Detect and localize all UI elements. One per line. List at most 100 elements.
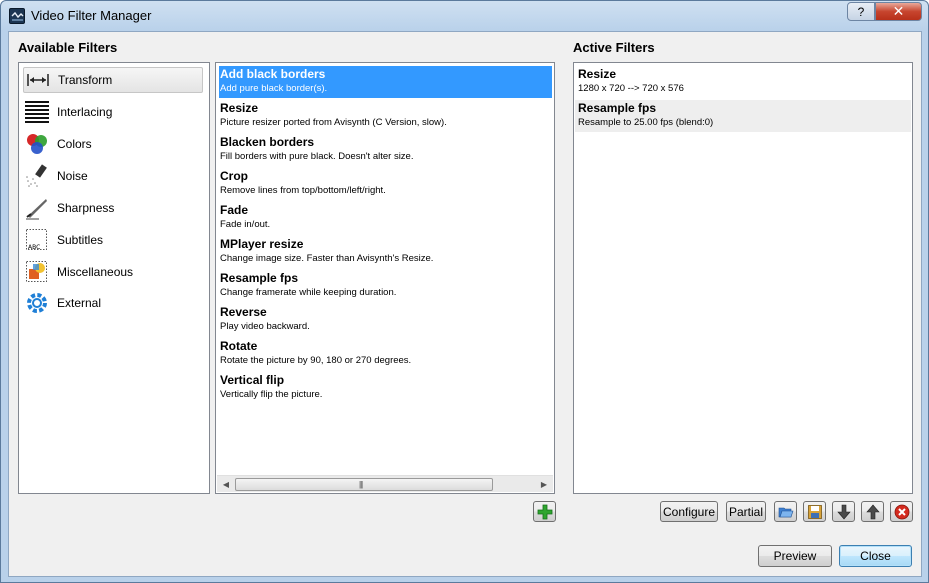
partial-button-label: Partial bbox=[728, 504, 763, 519]
save-filters-button[interactable] bbox=[803, 501, 826, 522]
remove-icon bbox=[894, 504, 909, 519]
filter-description: Remove lines from top/bottom/left/right. bbox=[220, 185, 386, 196]
category-label: External bbox=[57, 296, 102, 310]
active-filter-list[interactable]: Resize 1280 x 720 --> 720 x 576 Resample… bbox=[573, 62, 913, 494]
add-filter-button[interactable] bbox=[533, 501, 556, 522]
filter-description: Change framerate while keeping duration. bbox=[220, 287, 397, 298]
filter-item-rotate[interactable]: Rotate Rotate the picture by 90, 180 or … bbox=[219, 338, 552, 370]
filter-name: Fade bbox=[220, 203, 249, 217]
filter-description: Add pure black border(s). bbox=[220, 83, 328, 94]
filter-item-resample-fps[interactable]: Resample fps Change framerate while keep… bbox=[219, 270, 552, 302]
category-label: Noise bbox=[57, 169, 88, 183]
category-item-interlacing[interactable]: Interlacing bbox=[23, 99, 203, 125]
category-item-external[interactable]: External bbox=[23, 290, 203, 316]
window-title: Video Filter Manager bbox=[31, 8, 152, 23]
filter-description: Change image size. Faster than Avisynth'… bbox=[220, 253, 434, 264]
grip-icon: ||| bbox=[359, 480, 363, 489]
filter-description: Vertically flip the picture. bbox=[220, 389, 323, 400]
category-label: Miscellaneous bbox=[57, 265, 134, 279]
horizontal-scrollbar[interactable]: ◀ ||| ▶ bbox=[217, 475, 553, 492]
partial-button[interactable]: Partial bbox=[726, 501, 766, 522]
video-filter-manager-window: Video Filter Manager ? ✕ Available Filte… bbox=[0, 0, 929, 583]
filter-item-mplayer-resize[interactable]: MPlayer resize Change image size. Faster… bbox=[219, 236, 552, 268]
filter-description: Fade in/out. bbox=[220, 219, 271, 230]
category-list[interactable]: Transform Interlacing Colors Noise Sharp… bbox=[18, 62, 210, 494]
filter-list[interactable]: Add black borders Add pure black border(… bbox=[215, 62, 555, 494]
configure-button[interactable]: Configure bbox=[660, 501, 718, 522]
subtitles-icon: ABC bbox=[25, 228, 49, 252]
title-bar[interactable]: Video Filter Manager ? ✕ bbox=[1, 1, 928, 31]
filter-description: Play video backward. bbox=[220, 321, 310, 332]
preview-button-label: Preview bbox=[773, 549, 817, 563]
close-button-label: Close bbox=[860, 549, 891, 563]
interlacing-icon bbox=[25, 100, 49, 124]
category-label: Colors bbox=[57, 137, 92, 151]
app-icon bbox=[9, 8, 25, 24]
category-item-miscellaneous[interactable]: Miscellaneous bbox=[23, 259, 203, 285]
available-filters-heading: Available Filters bbox=[18, 40, 118, 55]
filter-item-vertical-flip[interactable]: Vertical flip Vertically flip the pictur… bbox=[219, 372, 552, 404]
folder-open-icon bbox=[778, 507, 793, 517]
filter-name: Blacken borders bbox=[220, 135, 315, 149]
filter-item-reverse[interactable]: Reverse Play video backward. bbox=[219, 304, 552, 336]
open-filters-button[interactable] bbox=[774, 501, 797, 522]
help-button[interactable]: ? bbox=[847, 2, 875, 21]
filter-item-add-black-borders[interactable]: Add black borders Add pure black border(… bbox=[219, 66, 552, 98]
preview-button[interactable]: Preview bbox=[758, 545, 832, 567]
move-down-button[interactable] bbox=[832, 501, 855, 522]
active-filter-name: Resize bbox=[578, 67, 617, 81]
filter-name: Resample fps bbox=[220, 271, 299, 285]
scrollbar-thumb[interactable]: ||| bbox=[235, 478, 493, 491]
filter-name: Reverse bbox=[220, 305, 267, 319]
filter-item-crop[interactable]: Crop Remove lines from top/bottom/left/r… bbox=[219, 168, 552, 200]
filter-name: Add black borders bbox=[220, 67, 326, 81]
category-label: Subtitles bbox=[57, 233, 104, 247]
category-label: Interlacing bbox=[57, 105, 113, 119]
filter-description: Fill borders with pure black. Doesn't al… bbox=[220, 151, 414, 162]
category-item-noise[interactable]: Noise bbox=[23, 163, 203, 189]
category-item-colors[interactable]: Colors bbox=[23, 131, 203, 157]
active-filter-description: 1280 x 720 --> 720 x 576 bbox=[578, 83, 684, 94]
save-icon bbox=[807, 504, 822, 519]
filter-description: Rotate the picture by 90, 180 or 270 deg… bbox=[220, 355, 412, 366]
category-item-subtitles[interactable]: ABC Subtitles bbox=[23, 227, 203, 253]
remove-filter-button[interactable] bbox=[890, 501, 913, 522]
filter-name: MPlayer resize bbox=[220, 237, 304, 251]
transform-icon bbox=[26, 68, 50, 92]
filter-name: Resize bbox=[220, 101, 259, 115]
move-up-button[interactable] bbox=[861, 501, 884, 522]
active-filter-description: Resample to 25.00 fps (blend:0) bbox=[578, 117, 714, 128]
arrow-down-icon bbox=[836, 504, 851, 519]
plus-icon bbox=[537, 504, 552, 519]
close-icon: ✕ bbox=[892, 3, 905, 19]
active-filter-item-resample-fps[interactable]: Resample fps Resample to 25.00 fps (blen… bbox=[575, 100, 911, 132]
sharpness-icon bbox=[25, 196, 49, 220]
filter-name: Crop bbox=[220, 169, 248, 183]
help-icon: ? bbox=[857, 4, 865, 19]
configure-button-label: Configure bbox=[662, 504, 716, 519]
external-icon bbox=[25, 291, 49, 315]
filter-description: Picture resizer ported from Avisynth (C … bbox=[220, 117, 447, 128]
scroll-right-arrow-icon[interactable]: ▶ bbox=[537, 478, 551, 491]
svg-text:ABC: ABC bbox=[28, 244, 40, 251]
filter-name: Rotate bbox=[220, 339, 258, 353]
category-label: Sharpness bbox=[57, 201, 115, 215]
active-filter-name: Resample fps bbox=[578, 101, 657, 115]
close-button[interactable]: Close bbox=[839, 545, 912, 567]
category-label: Transform bbox=[58, 73, 113, 87]
colors-icon bbox=[25, 132, 49, 156]
client-area: Available Filters Transform Interlacing … bbox=[8, 31, 922, 577]
noise-icon bbox=[25, 164, 49, 188]
active-filters-heading: Active Filters bbox=[573, 40, 655, 55]
miscellaneous-icon bbox=[25, 260, 49, 284]
category-item-sharpness[interactable]: Sharpness bbox=[23, 195, 203, 221]
filter-item-blacken-borders[interactable]: Blacken borders Fill borders with pure b… bbox=[219, 134, 552, 166]
active-filter-item-resize[interactable]: Resize 1280 x 720 --> 720 x 576 bbox=[575, 66, 911, 98]
category-item-transform[interactable]: Transform bbox=[23, 67, 203, 93]
filter-name: Vertical flip bbox=[220, 373, 285, 387]
filter-item-resize[interactable]: Resize Picture resizer ported from Avisy… bbox=[219, 100, 552, 132]
filter-item-fade[interactable]: Fade Fade in/out. bbox=[219, 202, 552, 234]
arrow-up-icon bbox=[865, 504, 880, 519]
window-close-button[interactable]: ✕ bbox=[875, 2, 922, 21]
scroll-left-arrow-icon[interactable]: ◀ bbox=[219, 478, 233, 491]
